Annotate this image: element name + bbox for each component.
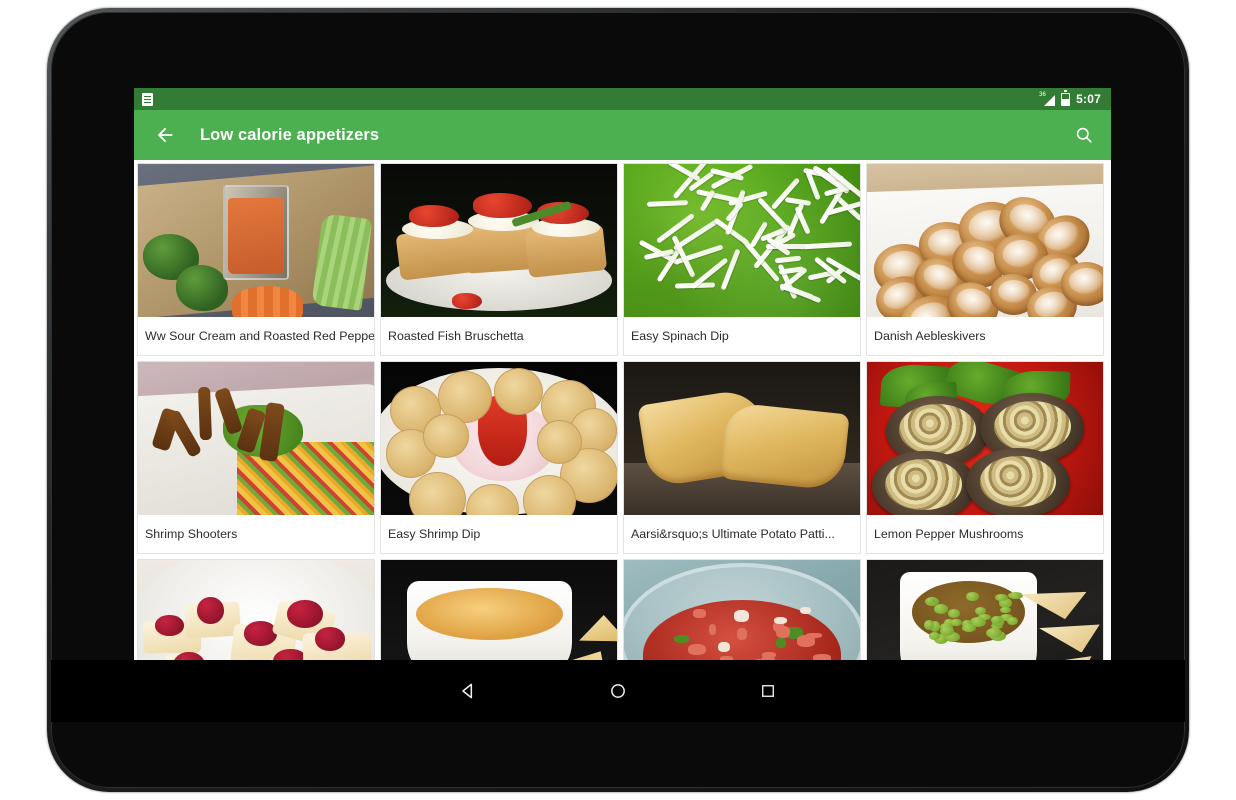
status-clock: 5:07	[1076, 92, 1101, 106]
document-notification-icon	[142, 92, 153, 106]
back-triangle-icon[interactable]	[451, 674, 485, 708]
status-bar-right: 36 5:07	[1039, 90, 1101, 106]
recipe-title: Roasted Fish Bruschetta	[388, 329, 524, 343]
signal-triangle	[1044, 94, 1056, 106]
recipe-card[interactable]: Lemon Pepper Mushrooms	[866, 361, 1104, 554]
recipe-title: Danish Aebleskivers	[874, 329, 986, 343]
recipe-thumbnail	[138, 362, 374, 515]
status-bar-left	[142, 92, 153, 106]
recipe-card[interactable]: Aarsi&rsquo;s Ultimate Potato Patti...	[623, 361, 861, 554]
recipe-card[interactable]	[623, 559, 861, 660]
recipe-thumbnail	[381, 164, 617, 317]
recipe-card[interactable]: Ww Sour Cream and Roasted Red Peppe...	[137, 163, 375, 356]
battery-icon	[1061, 90, 1071, 106]
tablet-screen: 36 5:07 Low calorie appetizers Ww Sour C…	[134, 88, 1111, 660]
recipe-thumbnail	[624, 362, 860, 515]
recipe-card[interactable]: Easy Spinach Dip	[623, 163, 861, 356]
recipe-title: Lemon Pepper Mushrooms	[874, 527, 1024, 541]
recipe-card[interactable]: Easy Shrimp Dip	[380, 361, 618, 554]
recipe-card[interactable]	[137, 559, 375, 660]
recipe-thumbnail	[624, 164, 860, 317]
recipe-thumbnail	[624, 560, 860, 660]
recipe-thumbnail	[381, 560, 617, 660]
tablet-body: 36 5:07 Low calorie appetizers Ww Sour C…	[51, 12, 1185, 788]
recipe-title: Easy Spinach Dip	[631, 329, 729, 343]
recipe-thumbnail	[138, 560, 374, 660]
recipe-thumbnail	[867, 362, 1103, 515]
recipe-thumbnail	[381, 362, 617, 515]
recipe-title: Shrimp Shooters	[145, 527, 238, 541]
recipe-grid: Ww Sour Cream and Roasted Red Peppe... R…	[134, 160, 1111, 660]
recents-square-icon[interactable]	[751, 674, 785, 708]
page-title: Low calorie appetizers	[200, 125, 380, 144]
signal-bars-icon: 36	[1039, 92, 1056, 106]
recipe-card[interactable]	[866, 559, 1104, 660]
recipe-card[interactable]	[380, 559, 618, 660]
status-bar: 36 5:07	[134, 88, 1111, 110]
search-icon[interactable]	[1071, 122, 1097, 148]
recipe-title: Ww Sour Cream and Roasted Red Peppe...	[145, 329, 374, 343]
recipe-thumbnail	[138, 164, 374, 317]
recipe-card[interactable]: Shrimp Shooters	[137, 361, 375, 554]
home-circle-icon[interactable]	[601, 674, 635, 708]
recipe-thumbnail	[867, 560, 1103, 660]
tablet-device-frame: 36 5:07 Low calorie appetizers Ww Sour C…	[47, 8, 1189, 792]
recipe-thumbnail	[867, 164, 1103, 317]
recipe-card[interactable]: Roasted Fish Bruschetta	[380, 163, 618, 356]
app-bar: Low calorie appetizers	[134, 110, 1111, 160]
back-arrow-icon[interactable]	[152, 122, 178, 148]
recipe-title: Easy Shrimp Dip	[388, 527, 481, 541]
recipe-card[interactable]: Danish Aebleskivers	[866, 163, 1104, 356]
recipe-title: Aarsi&rsquo;s Ultimate Potato Patti...	[631, 527, 835, 541]
android-navigation-bar	[51, 660, 1185, 722]
